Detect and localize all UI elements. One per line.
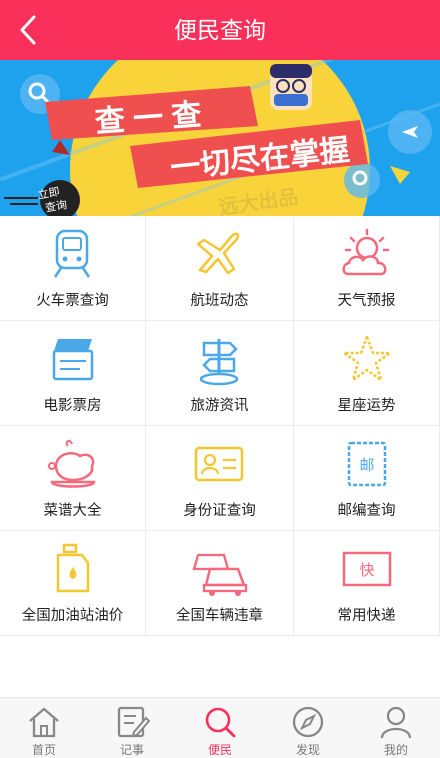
service-label: 天气预报 — [337, 293, 396, 309]
service-recipes[interactable]: 菜谱大全 — [0, 426, 146, 531]
tab-label: 我的 — [383, 743, 408, 757]
tab-profile[interactable]: 我的 — [352, 698, 440, 758]
service-traffic-violations[interactable]: 全国车辆违章 — [146, 531, 294, 636]
tab-label: 记事 — [119, 743, 144, 757]
banner-artwork: 查 一 查 一切尽在掌握 立即 查询 远大出品 — [0, 60, 440, 216]
service-label: 邮编查询 — [337, 503, 396, 519]
user-icon — [380, 706, 412, 739]
airplane-icon — [196, 232, 240, 275]
notes-icon — [117, 706, 150, 738]
tab-label: 首页 — [31, 743, 56, 757]
postage-stamp-icon: 邮 — [347, 441, 387, 487]
stamp-text: 邮 — [359, 457, 374, 474]
roast-chicken-icon — [48, 439, 96, 488]
service-horoscope[interactable]: 星座运势 — [294, 321, 440, 426]
service-fuel-prices[interactable]: 全国加油站油价 — [0, 531, 146, 636]
express-box-text: 快 — [359, 562, 374, 579]
tab-notes[interactable]: 记事 — [88, 698, 176, 758]
service-grid: 火车票查询 航班动态 天气预报 电影票房 旅游资讯 星座运势 菜谱大全 身份证查… — [0, 216, 440, 636]
service-flight-status[interactable]: 航班动态 — [146, 216, 294, 321]
express-box-icon: 快 — [342, 551, 392, 587]
service-express-delivery[interactable]: 快 常用快递 — [294, 531, 440, 636]
page-title: 便民查询 — [174, 17, 266, 43]
service-train-tickets[interactable]: 火车票查询 — [0, 216, 146, 321]
service-label: 火车票查询 — [36, 293, 109, 309]
oil-bottle-icon — [56, 543, 90, 593]
cars-icon — [192, 553, 248, 596]
service-box-office[interactable]: 电影票房 — [0, 321, 146, 426]
service-weather[interactable]: 天气预报 — [294, 216, 440, 321]
star-icon — [342, 335, 392, 382]
service-label: 电影票房 — [43, 398, 102, 414]
signpost-icon — [199, 339, 239, 386]
compass-icon — [292, 706, 324, 738]
service-label: 常用快递 — [337, 608, 396, 624]
tab-label: 便民 — [207, 743, 232, 757]
promo-banner[interactable]: 查 一 查 一切尽在掌握 立即 查询 远大出品 — [0, 60, 440, 216]
clapperboard-icon — [52, 339, 94, 381]
bottom-tab-bar: 首页 记事 便民 发现 我的 — [0, 697, 440, 758]
service-travel-info[interactable]: 旅游资讯 — [146, 321, 294, 426]
tab-label: 发现 — [295, 743, 320, 757]
service-label: 菜谱大全 — [43, 503, 102, 519]
service-label: 星座运势 — [337, 398, 396, 414]
tab-convenience[interactable]: 便民 — [176, 698, 264, 758]
home-icon — [29, 707, 59, 738]
service-id-card[interactable]: 身份证查询 — [146, 426, 294, 531]
tab-home[interactable]: 首页 — [0, 698, 88, 758]
service-label: 航班动态 — [190, 293, 249, 309]
service-label: 旅游资讯 — [190, 398, 249, 414]
service-label: 全国车辆违章 — [176, 608, 263, 624]
search-icon — [205, 707, 236, 738]
id-card-icon — [194, 446, 244, 482]
service-label: 身份证查询 — [183, 503, 256, 519]
top-app-bar: 便民查询 — [0, 0, 440, 60]
train-icon — [53, 229, 91, 278]
service-postcode[interactable]: 邮 邮编查询 — [294, 426, 440, 531]
tab-discover[interactable]: 发现 — [264, 698, 352, 758]
weather-icon — [342, 228, 390, 276]
service-label: 全国加油站油价 — [21, 608, 124, 624]
